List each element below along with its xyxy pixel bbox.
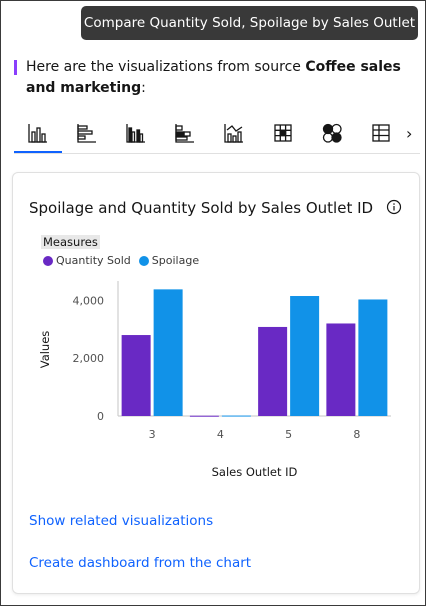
y-tick-label: 2,000 [73,352,105,365]
legend-item-quantity-sold[interactable]: Quantity Sold [43,254,131,267]
x-axis-title: Sales Outlet ID [212,465,298,479]
chevron-right-icon[interactable]: › [406,124,412,143]
stacked-horizontal-bar-icon [175,124,194,143]
table-icon [372,124,390,142]
bar-chart: 0 2,000 4,000 3 4 5 8 Sales Outlet ID Values [38,281,391,479]
bar-chart-icon [28,123,47,143]
legend-title: Measures [41,235,100,249]
chart-card: Spoilage and Quantity Sold by Sales Outl… [12,172,420,594]
x-tick-label: 8 [353,428,360,441]
x-tick-label: 3 [149,428,156,441]
accent-bar [14,60,17,75]
intro-message: Here are the visualizations from source … [14,57,406,99]
heatmap-grid-icon [274,124,292,142]
bar-spoilage-3 [153,289,183,416]
tab-heatmap[interactable] [259,114,307,152]
bar-quantity-sold-5 [258,326,288,416]
tab-grouped-bar[interactable] [112,114,160,152]
y-tick-label: 0 [97,410,104,423]
bar-quantity-sold-3 [121,335,151,416]
horizontal-bar-icon [77,124,96,143]
intro-text: Here are the visualizations from source … [14,57,406,99]
bar-spoilage-8 [358,299,388,416]
legend-label-quantity-sold: Quantity Sold [56,254,131,267]
tab-bar-chart[interactable] [14,114,62,153]
create-dashboard-link[interactable]: Create dashboard from the chart [29,555,251,571]
show-related-visualizations-link[interactable]: Show related visualizations [29,513,213,529]
bar-spoilage-4 [221,415,251,417]
grouped-bar-icon [126,124,145,143]
tab-bubble[interactable] [308,114,356,152]
chart-title: Spoilage and Quantity Sold by Sales Outl… [29,199,374,217]
line-bar-combo-icon [224,124,243,143]
intro-suffix: : [141,80,146,96]
tab-table[interactable] [357,114,405,152]
y-tick-label: 4,000 [73,294,105,307]
bar-spoilage-5 [290,296,320,416]
tab-line-bar-combo[interactable] [210,114,258,152]
legend-label-spoilage: Spoilage [151,254,200,267]
legend-item-spoilage[interactable]: Spoilage [138,254,200,267]
info-icon[interactable] [386,199,402,215]
legend-dot-quantity-sold [43,255,53,266]
tab-horizontal-bar[interactable] [63,114,111,152]
bar-quantity-sold-8 [326,323,356,416]
visualization-tabs: › [14,114,420,154]
bubble-icon [322,123,342,143]
tab-stacked-horizontal-bar[interactable] [161,114,209,152]
intro-prefix: Here are the visualizations from source [26,59,306,75]
bar-quantity-sold-4 [189,415,219,417]
x-tick-label: 4 [217,428,224,441]
chart-legend: Quantity Sold Spoilage [43,254,199,267]
x-tick-label: 5 [285,428,292,441]
y-axis-title: Values [38,331,52,369]
prompt-tooltip: Compare Quantity Sold, Spoilage by Sales… [81,6,418,65]
legend-dot-spoilage [138,255,149,266]
